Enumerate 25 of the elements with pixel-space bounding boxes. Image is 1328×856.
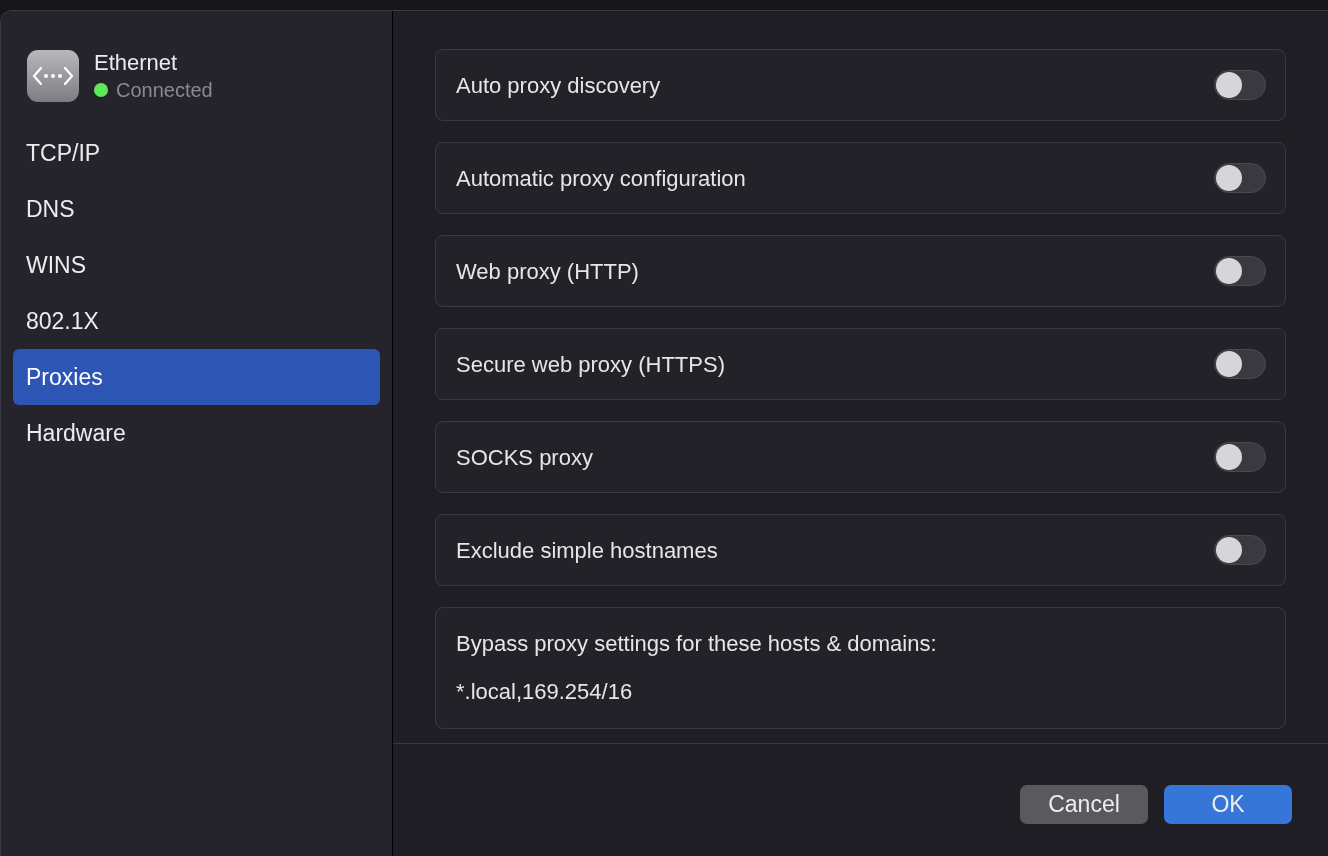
sidebar-item[interactable]: Proxies (13, 349, 380, 405)
toggle-switch[interactable] (1214, 256, 1266, 286)
network-name: Ethernet (94, 49, 179, 77)
sidebar-item[interactable]: Hardware (13, 405, 380, 461)
cancel-button[interactable]: Cancel (1020, 785, 1148, 824)
toggle-switch[interactable] (1214, 70, 1266, 100)
setting-label: Automatic proxy configuration (456, 164, 746, 193)
sidebar-item[interactable]: DNS (13, 181, 380, 237)
toggle-switch[interactable] (1214, 163, 1266, 193)
setting-label: SOCKS proxy (456, 443, 593, 472)
status-text: Connected (116, 78, 213, 103)
sidebar-item[interactable]: 802.1X (13, 293, 380, 349)
network-icon (27, 50, 79, 102)
bypass-hosts-field[interactable]: *.local,169.254/16 (456, 678, 1265, 706)
ok-button[interactable]: OK (1164, 785, 1292, 824)
setting-label: Auto proxy discovery (456, 71, 661, 100)
sidebar-item[interactable]: WINS (13, 237, 380, 293)
toggle-switch[interactable] (1214, 535, 1266, 565)
toggle-switch[interactable] (1214, 349, 1266, 379)
setting-label: Exclude simple hostnames (456, 536, 718, 565)
bypass-label: Bypass proxy settings for these hosts & domains: (456, 630, 938, 658)
sidebar-item[interactable]: TCP/IP (13, 125, 380, 181)
setting-label: Secure web proxy (HTTPS) (456, 350, 725, 379)
setting-label: Web proxy (HTTP) (456, 257, 639, 286)
toggle-switch[interactable] (1214, 442, 1266, 472)
